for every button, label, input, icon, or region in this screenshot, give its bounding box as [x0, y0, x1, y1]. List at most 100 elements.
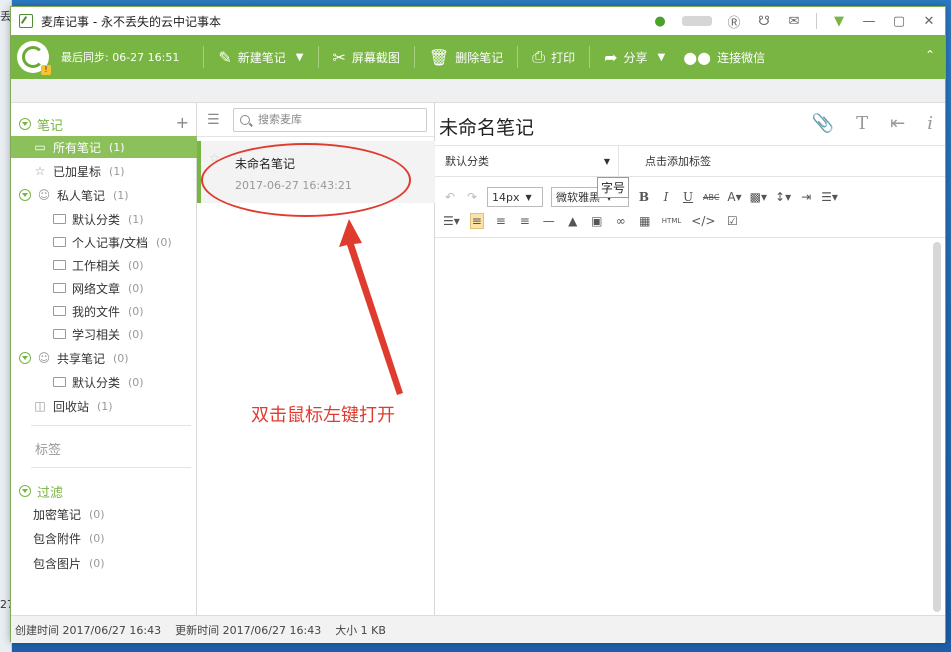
search-input[interactable]: [258, 113, 418, 126]
sidebar-item-all-notes[interactable]: ▭ 所有笔记 (1): [11, 136, 197, 158]
sidebar-item-work[interactable]: 工作相关 (0): [11, 254, 197, 276]
divider: [816, 13, 817, 29]
format-painter-icon[interactable]: ▲: [566, 214, 580, 228]
list-view-icon[interactable]: ☰: [207, 112, 223, 128]
sidebar-filter-encrypted[interactable]: 加密笔记 (0): [11, 503, 197, 525]
sidebar-item-label: 学习相关: [72, 327, 121, 342]
font-size-select[interactable]: 14px ▼: [487, 187, 543, 207]
wechat-icon: ●●: [683, 47, 712, 67]
exit-icon[interactable]: ⇤: [890, 113, 905, 134]
user-icon[interactable]: ●: [652, 13, 668, 29]
sidebar-item-my-files[interactable]: 我的文件 (0): [11, 300, 197, 322]
highlight-color-icon[interactable]: ▩▾: [750, 190, 767, 204]
print-button[interactable]: ⎙ 打印: [518, 35, 589, 79]
annotation-circle: [201, 143, 411, 217]
sidebar-item-label: 已加星标: [53, 164, 102, 179]
attachment-icon[interactable]: 📎: [812, 113, 834, 134]
sidebar-filter-header[interactable]: 过滤: [11, 480, 197, 502]
note-content-area[interactable]: [435, 237, 945, 615]
title-bar: 麦库记事 - 永不丢失的云中记事本 ● Ⓡ ☋ ✉ ▼ — ▢ ✕: [11, 7, 945, 35]
add-notebook-icon[interactable]: +: [176, 113, 189, 132]
collapse-up-icon[interactable]: ⌃: [925, 48, 935, 62]
coin-icon[interactable]: Ⓡ: [726, 13, 742, 31]
sidebar-item-shared-notes[interactable]: ☺ 共享笔记 (0): [11, 347, 197, 369]
info-icon[interactable]: i: [927, 113, 933, 134]
align-right-icon[interactable]: ≡: [518, 214, 532, 228]
editor-actions: 📎 T ⇤ i: [812, 113, 933, 134]
username-blurred[interactable]: [682, 16, 712, 26]
indent-icon[interactable]: ⇥: [799, 190, 813, 204]
sync-status[interactable]: ! 最后同步: 06-27 16:51: [11, 35, 179, 79]
sidebar-filter-attachments[interactable]: 包含附件 (0): [11, 527, 197, 549]
image-icon[interactable]: ▣: [590, 214, 604, 228]
collapse-circle-icon[interactable]: [19, 189, 31, 201]
filter-label: 包含图片: [33, 556, 82, 571]
scrollbar[interactable]: [933, 242, 941, 612]
sidebar-filter-images[interactable]: 包含图片 (0): [11, 552, 197, 574]
sidebar-item-shared-default[interactable]: 默认分类 (0): [11, 371, 197, 393]
align-center-icon[interactable]: ≡: [494, 214, 508, 228]
sidebar-item-default-category[interactable]: 默认分类 (1): [11, 208, 197, 230]
menu-down-icon[interactable]: ▼: [831, 13, 847, 29]
bold-icon[interactable]: B: [637, 190, 651, 204]
dropdown-arrow-icon: ▼: [603, 156, 610, 166]
print-label: 打印: [551, 50, 576, 65]
table-icon[interactable]: ▦: [638, 214, 652, 228]
new-note-button[interactable]: ✎ 新建笔记 ▼: [204, 35, 317, 79]
strikethrough-icon[interactable]: ABC: [703, 193, 719, 202]
sidebar-tags-header[interactable]: 标签: [11, 437, 197, 459]
delete-note-button[interactable]: 🗑 删除笔记: [415, 35, 517, 79]
sidebar-item-count: (0): [128, 304, 144, 318]
text-format-icon[interactable]: T: [856, 113, 868, 134]
created-time: 创建时间 2017/06/27 16:43: [15, 623, 162, 637]
close-icon[interactable]: ✕: [921, 13, 937, 29]
window-title: 麦库记事 - 永不丢失的云中记事本: [41, 14, 221, 29]
chevron-down-icon[interactable]: ▼: [296, 52, 304, 63]
sidebar-item-personal-docs[interactable]: 个人记事/文档 (0): [11, 231, 197, 253]
underline-icon[interactable]: U: [681, 190, 695, 204]
maximize-icon[interactable]: ▢: [891, 13, 907, 29]
minimize-icon[interactable]: —: [861, 13, 877, 29]
folder-icon: [53, 260, 66, 270]
collapse-circle-icon[interactable]: [19, 118, 31, 130]
sidebar-item-web-articles[interactable]: 网络文章 (0): [11, 277, 197, 299]
sync-icon[interactable]: !: [17, 41, 51, 75]
sidebar-item-count: (1): [113, 188, 129, 202]
category-select[interactable]: 默认分类 ▼: [435, 145, 619, 177]
sidebar-item-recycle-bin[interactable]: ◫ 回收站 (1): [11, 395, 197, 417]
checkbox-icon[interactable]: ☑: [725, 214, 739, 228]
annotation-arrow: [339, 219, 403, 395]
screenshot-button[interactable]: ✂ 屏幕截图: [319, 35, 414, 79]
dropdown-arrow-icon: ▼: [525, 192, 532, 202]
message-icon[interactable]: ✉: [786, 13, 802, 29]
redo-icon[interactable]: ↷: [465, 190, 479, 204]
font-color-icon[interactable]: A▾: [727, 190, 741, 204]
chevron-down-icon[interactable]: ▼: [658, 52, 666, 63]
collapse-circle-icon[interactable]: [19, 485, 31, 497]
sidebar-item-private-notes[interactable]: ☺ 私人笔记 (1): [11, 184, 197, 206]
code-icon[interactable]: </>: [691, 214, 715, 228]
add-tag-input[interactable]: 点击添加标签: [619, 153, 711, 169]
sidebar-item-study[interactable]: 学习相关 (0): [11, 323, 197, 345]
search-box[interactable]: [233, 107, 427, 132]
bullet-list-icon[interactable]: ☰▾: [443, 214, 460, 228]
note-title[interactable]: 未命名笔记: [439, 113, 534, 140]
horizontal-rule-icon[interactable]: —: [542, 214, 556, 228]
share-button[interactable]: ➦ 分享 ▼: [590, 35, 679, 79]
align-left-icon[interactable]: ≡: [469, 213, 484, 229]
link-icon[interactable]: ∞: [614, 214, 628, 228]
ordered-list-icon[interactable]: ☰▾: [821, 190, 838, 204]
share-label: 分享: [623, 50, 648, 65]
font-family-value: 微软雅黑: [556, 191, 600, 204]
skin-icon[interactable]: ☋: [756, 13, 772, 29]
html-icon[interactable]: HTML: [662, 217, 681, 225]
italic-icon[interactable]: I: [659, 190, 673, 204]
sidebar-item-starred[interactable]: ☆ 已加星标 (1): [11, 160, 197, 182]
collapse-circle-icon[interactable]: [19, 352, 31, 364]
sidebar: 笔记 + ▭ 所有笔记 (1) ☆ 已加星标 (1) ☺ 私人笔记 (1) 默认…: [11, 103, 197, 615]
sidebar-notes-header[interactable]: 笔记 +: [11, 113, 197, 135]
scissors-icon: ✂: [332, 47, 346, 67]
undo-icon[interactable]: ↶: [443, 190, 457, 204]
connect-wechat-button[interactable]: ●● 连接微信: [679, 35, 779, 79]
line-height-icon[interactable]: ↕▾: [775, 190, 791, 204]
